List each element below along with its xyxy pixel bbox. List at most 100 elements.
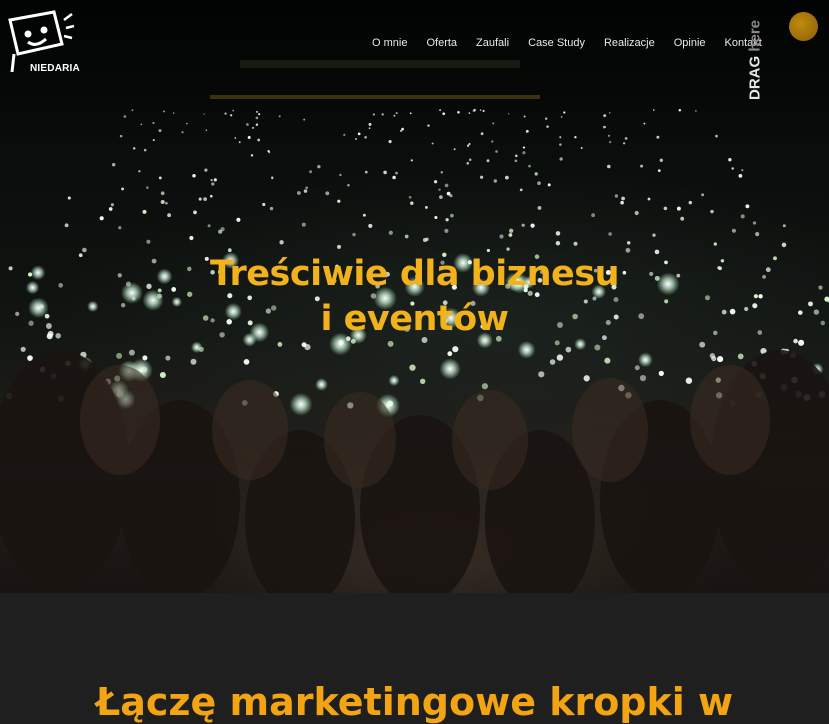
phone-light	[545, 117, 548, 120]
phone-light	[393, 114, 396, 117]
phone-light	[752, 221, 757, 225]
phone-light	[365, 170, 368, 174]
logo-text: NIEDARIA	[30, 63, 80, 74]
phone-light	[634, 210, 639, 216]
phone-light	[152, 139, 155, 142]
phone-light	[67, 196, 71, 200]
phone-light	[737, 353, 744, 360]
phone-light	[368, 122, 372, 126]
section-heading: Łączę marketingowe kropki w	[95, 680, 734, 724]
phone-light	[271, 177, 274, 180]
phone-light	[639, 375, 647, 382]
phone-light	[560, 116, 563, 118]
phone-light	[537, 205, 542, 210]
phone-light	[257, 138, 261, 142]
phone-light	[210, 178, 213, 182]
phone-light	[521, 223, 525, 227]
phone-light	[608, 112, 611, 114]
phone-light	[388, 230, 393, 235]
phone-light	[250, 154, 254, 157]
phone-light	[466, 144, 470, 147]
phone-light	[258, 113, 261, 116]
phone-light	[481, 383, 489, 390]
phone-light	[424, 205, 428, 209]
phone-light	[445, 218, 449, 222]
nav-item-o-mnie[interactable]: O mnie	[372, 37, 407, 49]
phone-light	[409, 364, 416, 371]
nav-item-oferta[interactable]: Oferta	[426, 37, 457, 49]
phone-light	[163, 110, 165, 113]
phone-light	[731, 228, 736, 233]
phone-light	[158, 129, 162, 133]
phone-light	[431, 142, 434, 145]
cursor-ball[interactable]	[789, 12, 818, 41]
phone-light	[594, 344, 601, 351]
phone-light	[207, 224, 211, 228]
phone-light-glow	[517, 341, 536, 359]
phone-light	[347, 183, 350, 187]
phone-light	[142, 209, 147, 214]
phone-light	[537, 181, 541, 186]
phone-light	[495, 150, 498, 153]
phone-light	[278, 115, 281, 118]
phone-light	[549, 359, 556, 365]
phone-light	[352, 232, 356, 237]
phone-light	[713, 242, 717, 246]
phone-light	[583, 375, 590, 382]
drag-handle[interactable]: DRAG here	[744, 12, 766, 108]
phone-light	[574, 135, 577, 139]
hero-title-line-2: i eventów	[320, 299, 510, 339]
hero-title-line-1: Treściwie dla biznesu	[209, 254, 620, 294]
phone-light	[357, 132, 361, 136]
phone-light	[213, 178, 217, 182]
drag-label: DRAG here	[747, 20, 764, 100]
phone-light	[608, 140, 612, 144]
phone-light	[457, 111, 460, 114]
phone-light	[279, 240, 284, 245]
phone-light-glow	[315, 378, 328, 391]
phone-light-glow	[191, 341, 203, 354]
phone-light	[607, 134, 611, 137]
phone-light	[559, 143, 562, 146]
phone-light	[624, 137, 628, 140]
phone-light	[277, 342, 283, 347]
nav-item-opinie[interactable]: Opinie	[674, 37, 706, 49]
nav-item-zaufali[interactable]: Zaufali	[476, 37, 509, 49]
phone-light	[449, 194, 453, 198]
drag-word: DRAG	[746, 55, 764, 101]
phone-light	[509, 228, 514, 233]
phone-light	[433, 180, 438, 184]
phone-light	[621, 196, 625, 201]
phone-light	[159, 371, 166, 379]
phone-light	[717, 356, 724, 363]
phone-light	[652, 233, 656, 237]
phone-light	[190, 358, 197, 365]
phone-light	[731, 167, 734, 170]
phone-light	[508, 113, 510, 115]
drag-here-word: here	[746, 19, 764, 52]
phone-light	[140, 123, 143, 126]
phone-light	[224, 112, 227, 115]
phone-light-glow	[439, 358, 461, 380]
phone-light	[486, 159, 490, 163]
phone-light	[121, 187, 125, 191]
phone-light	[186, 122, 188, 125]
phone-light	[688, 200, 693, 205]
phone-light	[230, 114, 233, 117]
phone-light	[493, 179, 498, 183]
phone-light	[745, 204, 750, 209]
phone-light	[395, 112, 398, 115]
nav-item-case-study[interactable]: Case Study	[528, 37, 585, 49]
phone-light	[20, 346, 26, 352]
phone-light	[220, 227, 225, 232]
phone-light	[427, 124, 430, 127]
main-menu: O mnie Oferta Zaufali Case Study Realiza…	[372, 37, 762, 49]
phone-light	[112, 163, 116, 167]
phone-light	[466, 161, 470, 165]
phone-light	[634, 365, 640, 371]
hero-section: NIEDARIA O mnie Oferta Zaufali Case Stud…	[0, 0, 829, 593]
phone-light	[738, 174, 743, 178]
phone-light	[710, 209, 714, 214]
nav-item-realizacje[interactable]: Realizacje	[604, 37, 655, 49]
phone-light	[620, 200, 624, 205]
